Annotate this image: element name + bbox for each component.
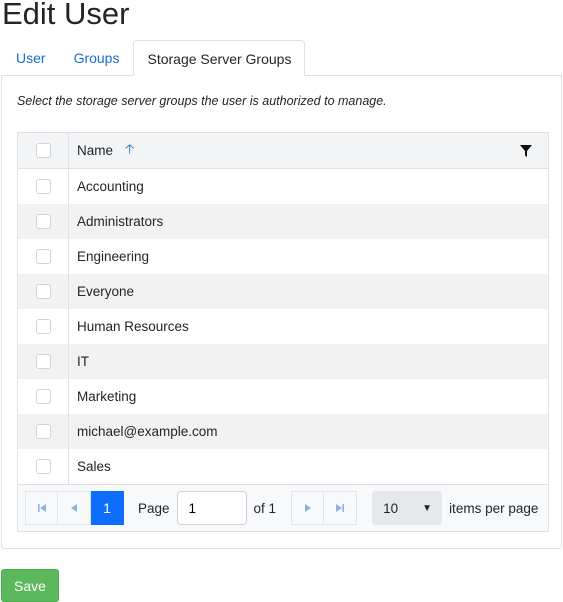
table-row[interactable]: IT [18,344,548,379]
group-name: michael@example.com [77,424,218,439]
arrow-up-icon: 🡡 [125,140,135,156]
save-button[interactable]: Save [1,569,59,602]
group-name: Sales [77,459,111,474]
page-size-select[interactable]: 10 ▼ [372,491,443,525]
next-page-icon [304,504,311,512]
name-column-header[interactable]: Name 🡡 [69,133,548,168]
row-checkbox[interactable] [35,214,51,229]
row-check-cell [18,274,69,309]
tab-panel: Select the storage server groups the use… [1,75,562,549]
row-check-cell [18,309,69,344]
tab-user[interactable]: User [2,40,60,76]
group-name: Marketing [77,389,137,404]
name-column-label: Name [77,143,114,158]
group-name: Engineering [77,249,150,264]
first-page-button[interactable] [25,491,58,525]
instructions-text: Select the storage server groups the use… [17,94,387,108]
group-name: Administrators [77,214,164,229]
table-row[interactable]: Marketing [18,379,548,414]
pager: 1 Page of 1 10 ▼ items per page [18,484,548,531]
last-page-button[interactable] [324,491,358,525]
row-check-cell [18,344,69,379]
row-checkbox[interactable] [35,459,51,474]
grid-header-row: Name 🡡 [18,133,548,169]
tab-groups[interactable]: Groups [60,40,134,76]
page-size-value: 10 [383,500,399,516]
previous-page-icon [71,504,77,512]
table-row[interactable]: michael@example.com [18,414,548,449]
row-checkbox[interactable] [35,424,51,439]
previous-page-button[interactable] [58,491,91,525]
row-check-cell [18,414,69,449]
first-page-icon [37,504,46,512]
row-checkbox[interactable] [35,319,51,334]
group-name: Accounting [77,179,144,194]
row-checkbox[interactable] [35,179,51,194]
group-name: IT [77,354,89,369]
page-label: Page [138,500,170,516]
group-name: Human Resources [77,319,189,334]
row-checkbox[interactable] [35,389,51,404]
select-all-checkbox[interactable] [35,143,51,158]
row-checkbox[interactable] [35,249,51,264]
last-page-icon [336,504,345,512]
caret-down-icon: ▼ [422,502,433,514]
row-check-cell [18,169,69,204]
row-checkbox[interactable] [35,284,51,299]
storage-server-groups-grid: Name 🡡 Accounting Administrators Engineeri… [17,132,549,532]
table-row[interactable]: Human Resources [18,309,548,344]
page-count-label: of 1 [253,500,277,516]
filter-icon[interactable] [520,144,532,157]
table-row[interactable]: Engineering [18,239,548,274]
table-row[interactable]: Everyone [18,274,548,309]
page-1-button[interactable]: 1 [91,491,124,525]
row-check-cell [18,239,69,274]
group-name: Everyone [77,284,135,299]
row-check-cell [18,449,69,484]
page-title: Edit User [2,0,130,31]
items-per-page-label: items per page [449,500,539,516]
table-row[interactable]: Sales [18,449,548,484]
row-check-cell [18,204,69,239]
row-check-cell [18,379,69,414]
row-checkbox[interactable] [35,354,51,369]
next-page-button[interactable] [291,491,325,525]
tab-bar: User Groups Storage Server Groups [2,40,306,76]
table-row[interactable]: Administrators [18,204,548,239]
page-number-input[interactable] [176,491,247,525]
table-row[interactable]: Accounting [18,169,548,204]
header-check-cell [18,133,69,168]
tab-storage-server-groups[interactable]: Storage Server Groups [133,40,306,76]
